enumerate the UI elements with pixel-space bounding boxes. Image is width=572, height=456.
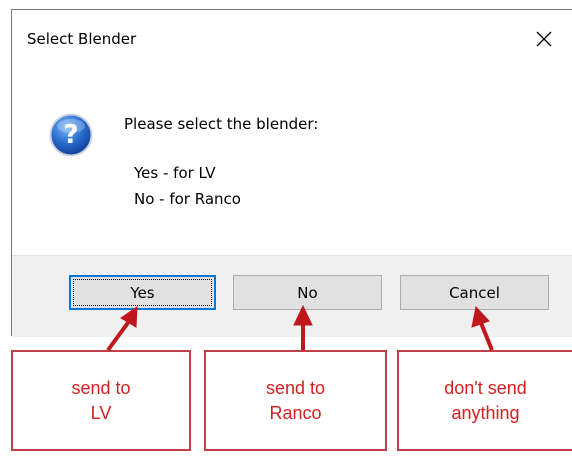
option-yes-text: Yes - for LV (134, 164, 216, 182)
yes-button-label: Yes (130, 283, 155, 302)
cancel-button-label: Cancel (449, 283, 500, 302)
annotation-yes-line2: LV (90, 402, 112, 423)
annotation-no: send to Ranco (204, 350, 387, 451)
dialog-content: ? Please select the blender: Yes - for L… (12, 68, 572, 255)
annotation-cancel-line2: anything (451, 402, 520, 423)
dialog-message: Please select the blender: (124, 115, 319, 133)
annotation-no-line1: send to (265, 377, 326, 398)
yes-button[interactable]: Yes (69, 275, 216, 310)
annotation-cancel-line1: don't send (444, 377, 527, 398)
dialog-title: Select Blender (27, 30, 137, 48)
cancel-button[interactable]: Cancel (400, 275, 549, 310)
no-button[interactable]: No (233, 275, 382, 310)
svg-text:?: ? (63, 120, 78, 150)
annotation-cancel: don't send anything (397, 350, 572, 451)
annotation-no-line2: Ranco (269, 402, 322, 423)
annotation-yes-line1: send to (71, 377, 131, 398)
title-bar: Select Blender (12, 10, 572, 68)
screenshot-stage: Select Blender ? Please select the blend… (0, 0, 572, 456)
close-button[interactable] (526, 21, 562, 57)
close-icon (536, 31, 552, 47)
question-icon: ? (49, 113, 93, 157)
option-no-text: No - for Ranco (134, 190, 241, 208)
annotation-yes: send to LV (11, 350, 191, 451)
no-button-label: No (297, 283, 318, 302)
